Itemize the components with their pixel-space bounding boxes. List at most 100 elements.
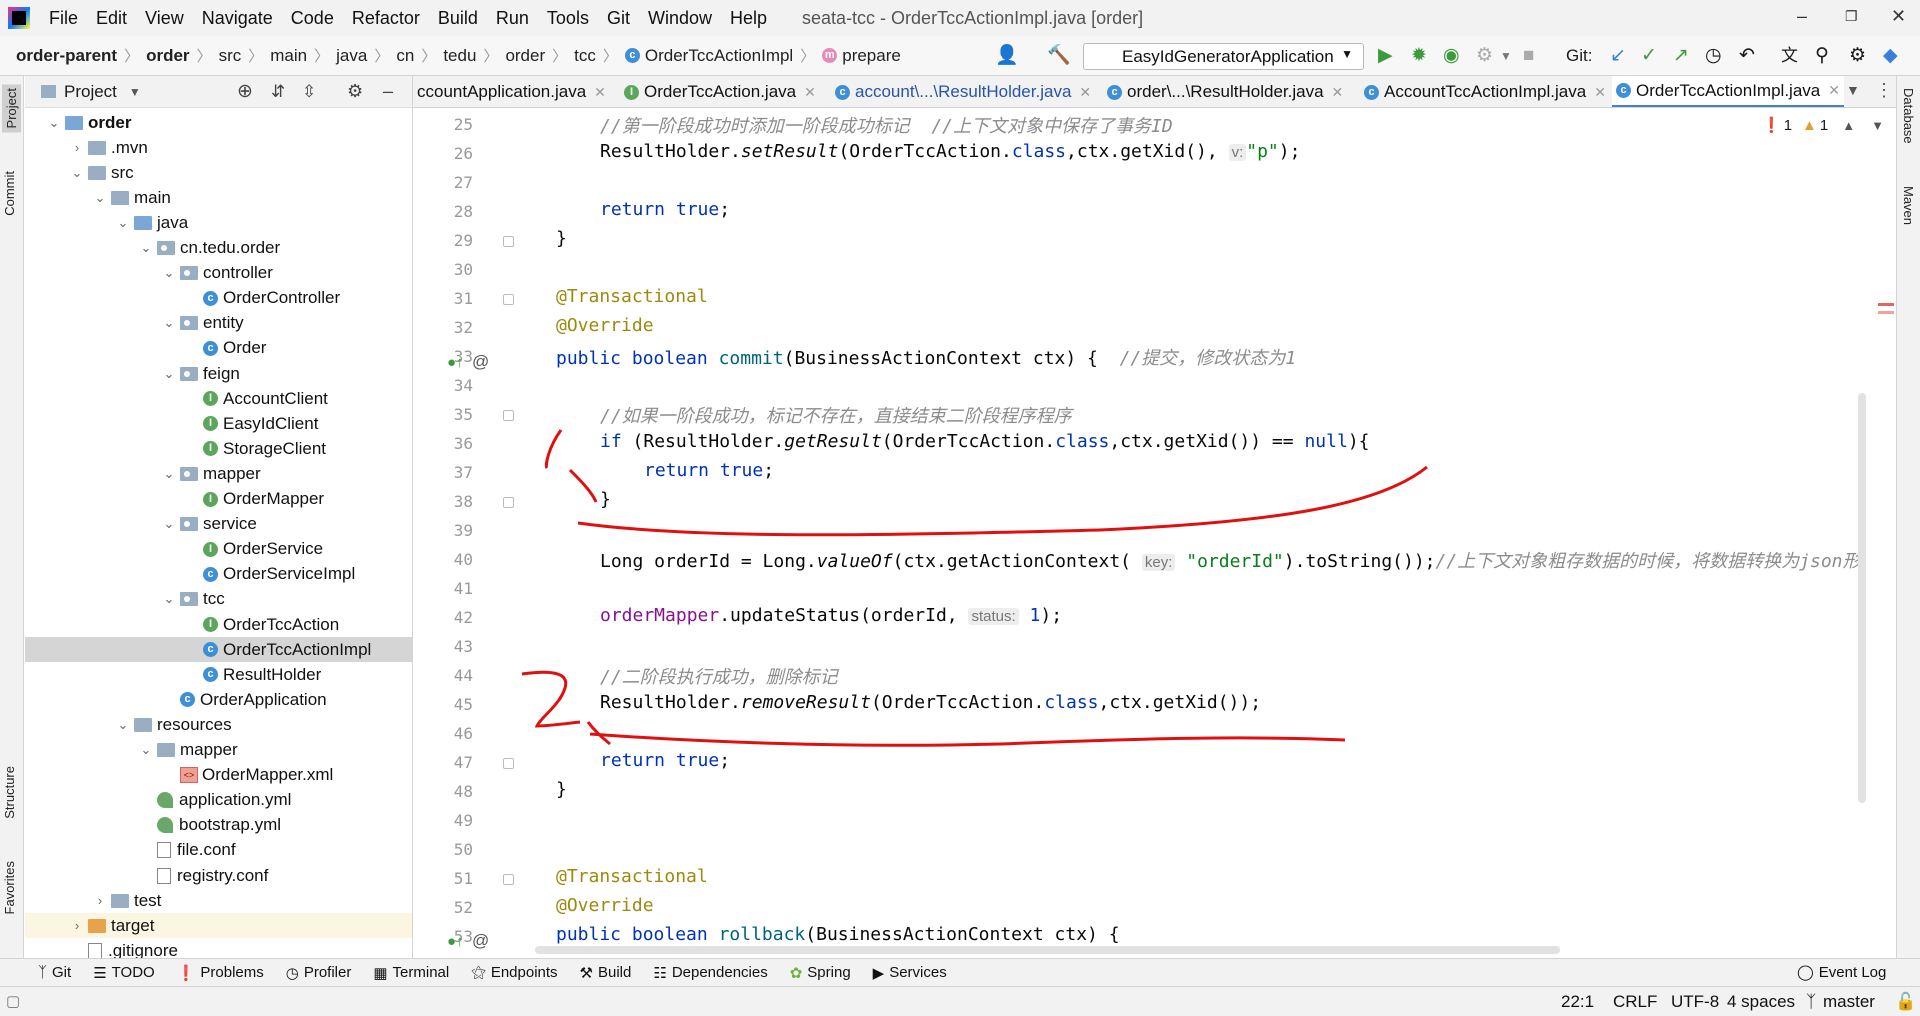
close-icon[interactable]: ✕ [1079,84,1091,101]
close-icon[interactable]: ✕ [1828,82,1840,99]
user-icon[interactable]: 👤 [995,44,1019,68]
menu-code[interactable]: Code [282,8,343,29]
tree-item-ordertccaction[interactable]: I OrderTccAction [25,612,412,637]
build-tool-button[interactable]: ⚒ Build [580,964,632,982]
tree-item-ordertccactionimpl[interactable]: c OrderTccActionImpl [25,637,412,663]
error-stripe-marker[interactable] [1878,311,1894,314]
file-encoding[interactable]: UTF-8 [1671,992,1719,1012]
translate-icon[interactable]: 文 [1781,44,1798,68]
tab-accounttccactionimpl[interactable]: c AccountTccActionImpl.java ✕ [1360,76,1610,107]
debug-icon[interactable]: ✹ [1411,44,1427,68]
git-commit-icon[interactable]: ✓ [1641,44,1657,68]
run-configuration-select[interactable]: EasyIdGeneratorApplication ▼ [1083,43,1364,70]
breadcrumb-item[interactable]: cn [396,46,414,66]
chevron-down-icon[interactable]: ⌄ [162,466,176,482]
minimize-icon[interactable]: – [1797,6,1807,27]
tree-item-resultholder[interactable]: c ResultHolder [25,662,412,687]
breadcrumb-item[interactable]: java [336,46,367,66]
at-annotation-icon[interactable]: @ [472,931,489,951]
dependencies-tool-button[interactable]: ☷ Dependencies [653,964,767,982]
search-icon[interactable]: ⚲ [1815,44,1829,68]
hide-panel-icon[interactable]: – [383,81,393,102]
menu-edit[interactable]: Edit [87,8,136,29]
tree-item-application-yml[interactable]: application.yml [25,788,412,813]
menu-window[interactable]: Window [639,8,721,29]
profiler-icon[interactable]: ⚙ [1476,44,1493,68]
breadcrumb-item[interactable]: OrderTccActionImpl [645,46,793,66]
breadcrumb-item[interactable]: order [505,46,545,66]
close-icon[interactable]: ✕ [594,84,606,101]
maven-tool-button[interactable]: Maven [1901,186,1916,225]
chevron-down-icon[interactable]: ▼ [1500,44,1512,68]
error-stripe-marker[interactable] [1878,303,1894,306]
locate-file-icon[interactable]: ⊕ [237,80,253,103]
plugin-icon[interactable]: ◆ [1883,44,1898,68]
fold-marker-icon[interactable] [503,294,514,305]
chevron-down-icon[interactable]: ⌄ [93,190,107,206]
menu-build[interactable]: Build [429,8,487,29]
tree-item-entity[interactable]: ⌄ entity [25,311,412,336]
chevron-right-icon[interactable]: › [93,893,107,908]
run-icon[interactable]: ▶ [1378,44,1393,68]
problems-tool-button[interactable]: ❗ Problems [177,964,264,982]
services-tool-button[interactable]: ▶ Services [873,964,947,982]
tree-item-easyidclient[interactable]: I EasyIdClient [25,411,412,436]
previous-highlight-icon[interactable]: ▲ [1842,118,1855,133]
tree-item-accountclient[interactable]: I AccountClient [25,386,412,411]
tree-item-mapper[interactable]: ⌄ mapper [25,461,412,486]
chevron-down-icon[interactable]: ⌄ [70,165,84,181]
menu-refactor[interactable]: Refactor [343,8,429,29]
tab-account-resultholder[interactable]: c account\...\ResultHolder.java ✕ [831,76,1095,107]
tree-item-mvn[interactable]: › .mvn [25,135,412,160]
tree-item-orderapplication[interactable]: c OrderApplication [25,687,412,712]
horizontal-scrollbar[interactable] [535,946,1560,954]
chevron-down-icon[interactable]: ⌄ [116,717,130,733]
history-icon[interactable]: ◷ [1705,44,1722,68]
settings-gear-icon[interactable]: ⚙ [1849,44,1866,68]
tab-ccountapplication[interactable]: ccountApplication.java ✕ [413,76,610,107]
chevron-down-icon[interactable]: ⌄ [162,516,176,532]
profiler-tool-button[interactable]: ◷ Profiler [286,964,352,982]
tree-item-test[interactable]: › test [25,888,412,913]
database-tool-button[interactable]: Database [1901,88,1916,144]
tree-item-order[interactable]: c Order [25,336,412,361]
chevron-down-icon[interactable]: ⌄ [139,742,153,758]
fold-marker-icon[interactable] [503,236,514,247]
tab-list-chevron-icon[interactable]: ▼ [1846,82,1860,98]
settings-gear-icon[interactable]: ⚙ [347,81,363,102]
tree-item-ordercontroller[interactable]: c OrderController [25,286,412,311]
tree-item-tcc[interactable]: ⌄ tcc [25,587,412,612]
next-highlight-icon[interactable]: ▼ [1871,118,1884,133]
tree-item-feign[interactable]: ⌄ feign [25,361,412,386]
menu-git[interactable]: Git [598,8,639,29]
git-push-icon[interactable]: ↗ [1673,44,1689,68]
chevron-down-icon[interactable]: ⌄ [162,265,176,281]
structure-tool-button[interactable]: Structure [2,766,17,819]
breadcrumb-item[interactable]: tcc [574,46,596,66]
git-update-icon[interactable]: ↙ [1610,44,1626,68]
breadcrumb-item[interactable]: src [219,46,242,66]
breadcrumb-item[interactable]: prepare [842,46,901,66]
expand-all-icon[interactable]: ⇵ [271,82,285,102]
breadcrumb-item[interactable]: tedu [443,46,476,66]
build-hammer-icon[interactable]: 🔨 [1047,44,1071,68]
menu-navigate[interactable]: Navigate [193,8,282,29]
project-panel-title[interactable]: Project [64,82,117,102]
spring-tool-button[interactable]: ✿ Spring [790,964,851,982]
chevron-down-icon[interactable]: ⌄ [139,240,153,256]
git-branch[interactable]: master [1823,992,1875,1012]
close-icon[interactable]: ✕ [1891,6,1906,27]
chevron-down-icon[interactable]: ⌄ [162,591,176,607]
stop-icon[interactable]: ■ [1523,44,1534,68]
code-editor[interactable]: //第一阶段成功时添加一阶段成功标记 //上下文对象中保存了事务ID Resul… [523,108,1896,958]
rollback-icon[interactable]: ↶ [1739,44,1755,68]
at-annotation-icon[interactable]: @ [472,352,489,372]
chevron-down-icon[interactable]: ⌄ [162,315,176,331]
tree-item-java[interactable]: ⌄ java [25,210,412,235]
implemented-method-icon[interactable]: ●↑ [447,933,464,950]
fold-marker-icon[interactable] [503,758,514,769]
chevron-down-icon[interactable]: ⌄ [162,366,176,382]
tree-item-cn-tedu-order[interactable]: ⌄ cn.tedu.order [25,236,412,261]
menu-help[interactable]: Help [721,8,776,29]
chevron-down-icon[interactable]: ▼ [129,85,141,99]
